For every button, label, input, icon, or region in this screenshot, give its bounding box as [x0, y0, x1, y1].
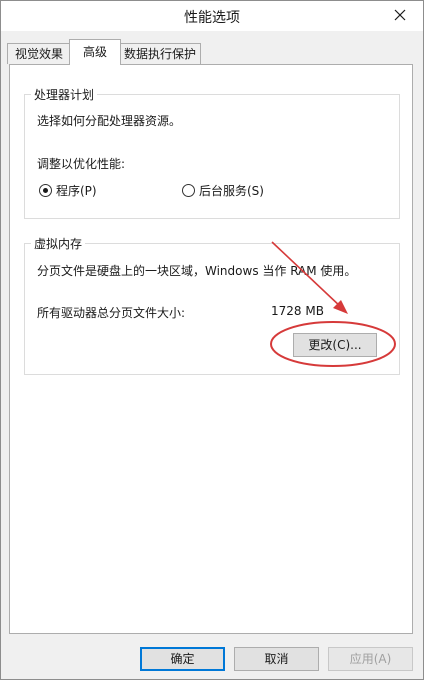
- tab-data-execution-prevention[interactable]: 数据执行保护: [119, 43, 201, 64]
- background-services-radio[interactable]: [182, 184, 195, 197]
- ok-button[interactable]: 确定: [140, 647, 225, 671]
- radio-selected-dot: [43, 188, 48, 193]
- programs-label[interactable]: 程序(P): [56, 182, 97, 199]
- background-services-label[interactable]: 后台服务(S): [199, 182, 264, 199]
- tab-panel-advanced: 处理器计划 选择如何分配处理器资源。 调整以优化性能: 程序(P) 后台服务(S…: [9, 64, 413, 634]
- apply-button[interactable]: 应用(A): [328, 647, 413, 671]
- virtual-memory-group: 虚拟内存 分页文件是硬盘上的一块区域，Windows 当作 RAM 使用。 所有…: [24, 235, 400, 375]
- programs-radio[interactable]: [39, 184, 52, 197]
- performance-options-dialog: 性能选项 视觉效果 高级 数据执行保护 处理器计划 选择如何分配处理器资源。 调…: [0, 0, 424, 680]
- processor-scheduling-group: 处理器计划 选择如何分配处理器资源。 调整以优化性能: 程序(P) 后台服务(S…: [24, 86, 400, 219]
- processor-description: 选择如何分配处理器资源。: [37, 114, 182, 128]
- tab-advanced[interactable]: 高级: [69, 39, 121, 65]
- close-icon: [394, 9, 406, 21]
- cancel-button[interactable]: 取消: [234, 647, 319, 671]
- window-title: 性能选项: [184, 10, 240, 26]
- tab-visual-effects[interactable]: 视觉效果: [7, 43, 71, 64]
- virtual-memory-title: 虚拟内存: [31, 235, 86, 252]
- virtual-memory-description: 分页文件是硬盘上的一块区域，Windows 当作 RAM 使用。: [37, 264, 357, 278]
- processor-scheduling-title: 处理器计划: [31, 86, 98, 103]
- title-bar[interactable]: 性能选项: [1, 1, 423, 31]
- total-paging-file-value: 1728 MB: [271, 304, 324, 318]
- total-paging-file-label: 所有驱动器总分页文件大小:: [37, 306, 186, 320]
- close-button[interactable]: [385, 3, 415, 27]
- optimize-label: 调整以优化性能:: [37, 157, 126, 171]
- change-button[interactable]: 更改(C)...: [293, 333, 377, 357]
